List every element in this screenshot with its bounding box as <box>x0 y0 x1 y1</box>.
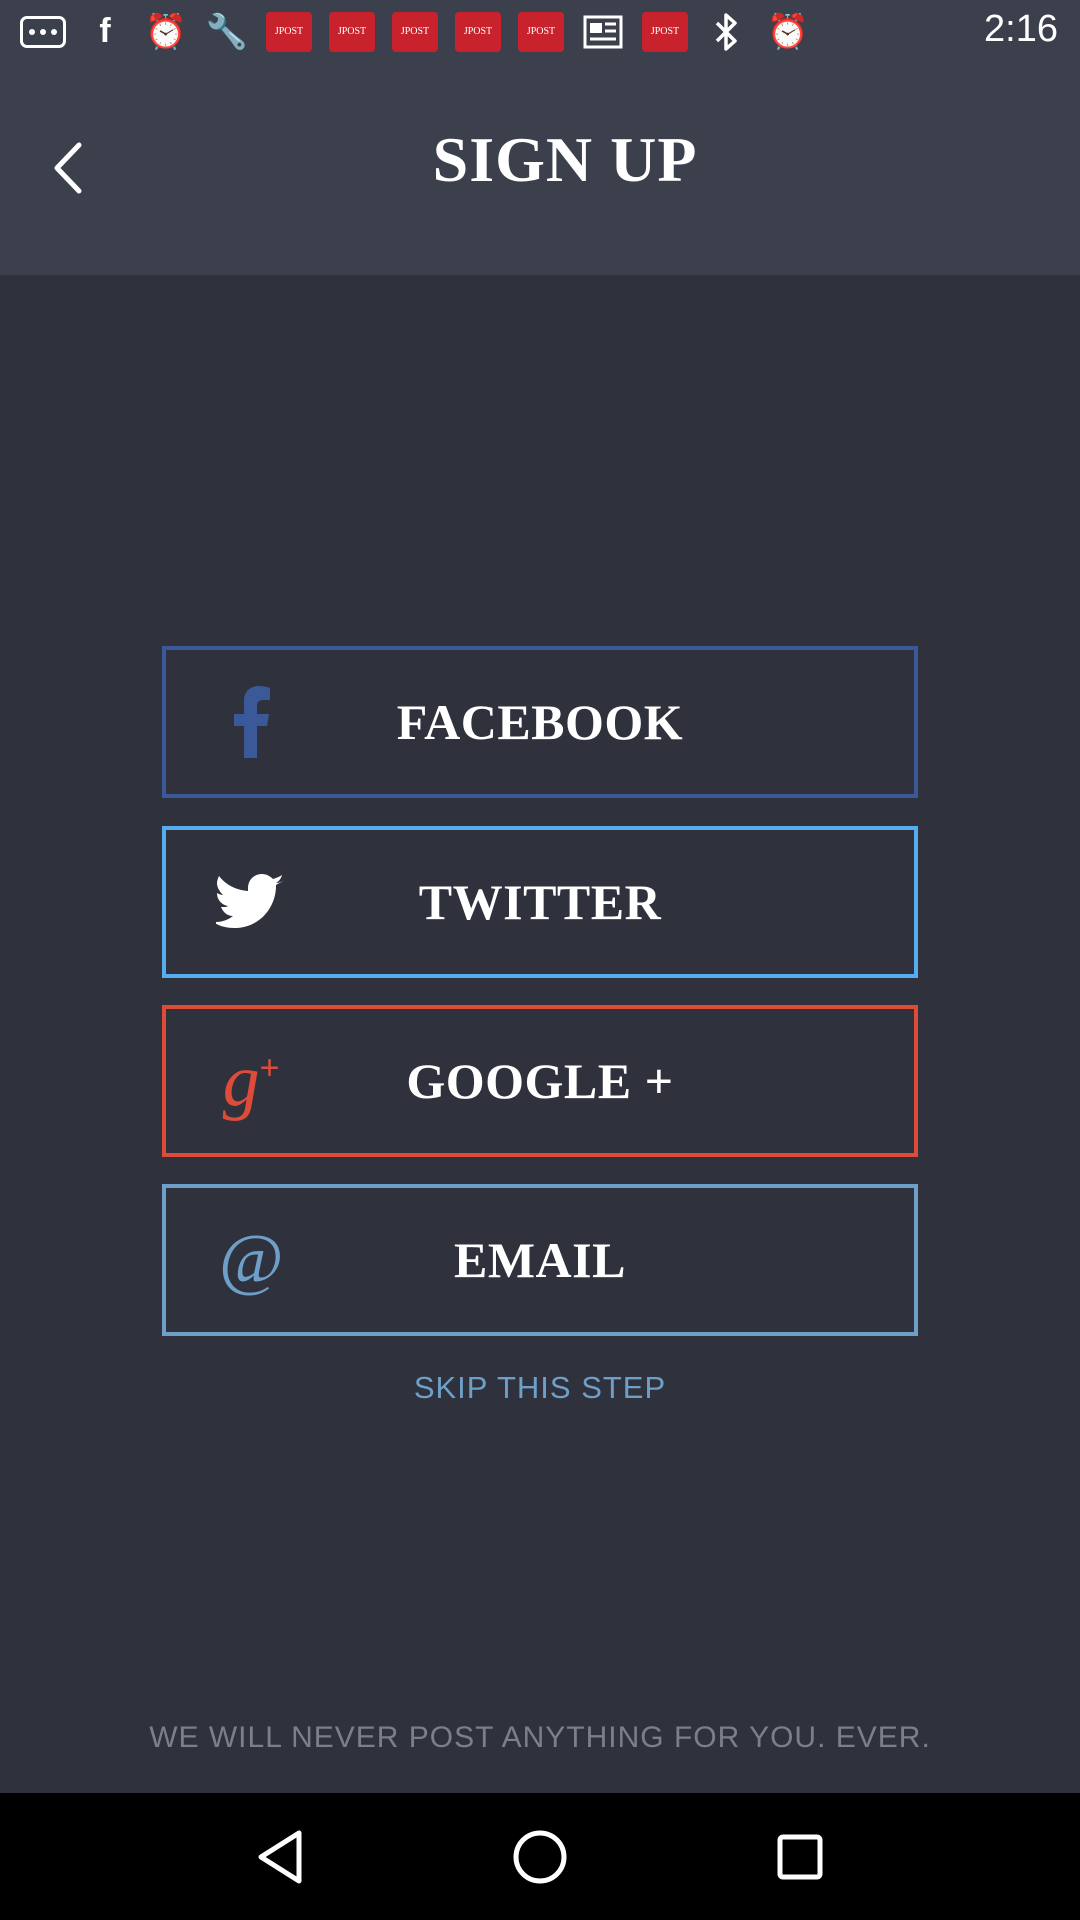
status-bar: f ⏰ 🔧 JPOST JPOST JPOST JPOST JPOST JPOS… <box>0 0 1080 63</box>
alarm-icon: ⏰ <box>766 11 810 52</box>
jpost-icon: JPOST <box>518 11 564 52</box>
nav-recents-button[interactable] <box>760 1817 840 1897</box>
privacy-note: WE WILL NEVER POST ANYTHING FOR YOU. EVE… <box>149 1721 931 1754</box>
bluetooth-icon <box>705 10 749 54</box>
facebook-signup-button[interactable]: FACEBOOK <box>162 646 918 798</box>
jpost-icon: JPOST <box>642 11 688 52</box>
email-signup-button[interactable]: @ EMAIL <box>162 1184 918 1336</box>
wrench-icon: 🔧 <box>205 11 249 52</box>
header: SIGN UP <box>0 63 1080 275</box>
back-triangle-icon <box>258 1830 302 1883</box>
system-nav-bar <box>0 1793 1080 1920</box>
nav-back-button[interactable] <box>240 1817 320 1897</box>
google-plus-label: GOOGLE + <box>406 1053 674 1109</box>
jpost-icon: JPOST <box>392 11 438 52</box>
facebook-icon: f <box>99 12 111 50</box>
google-plus-signup-button[interactable]: g + GOOGLE + <box>162 1005 918 1157</box>
email-label: EMAIL <box>454 1232 626 1288</box>
alarm-icon: ⏰ <box>144 11 188 52</box>
more-icon <box>20 15 66 48</box>
twitter-label: TWITTER <box>418 874 662 930</box>
jpost-icon: JPOST <box>455 11 501 52</box>
news-icon <box>581 10 625 54</box>
recents-square-icon <box>777 1834 823 1879</box>
twitter-signup-button[interactable]: TWITTER <box>162 826 918 978</box>
main-content: FACEBOOK TWITTER g + GOOGLE + @ EMAIL SKI… <box>0 275 1080 1793</box>
home-circle-icon <box>513 1830 567 1883</box>
jpost-icon: JPOST <box>266 11 312 52</box>
skip-this-step-link[interactable]: SKIP THIS STEP <box>0 1370 1080 1406</box>
status-time: 2:16 <box>984 8 1058 50</box>
nav-home-button[interactable] <box>500 1817 580 1897</box>
facebook-label: FACEBOOK <box>396 694 684 750</box>
jpost-icon: JPOST <box>329 11 375 52</box>
page-title: SIGN UP <box>432 124 698 195</box>
